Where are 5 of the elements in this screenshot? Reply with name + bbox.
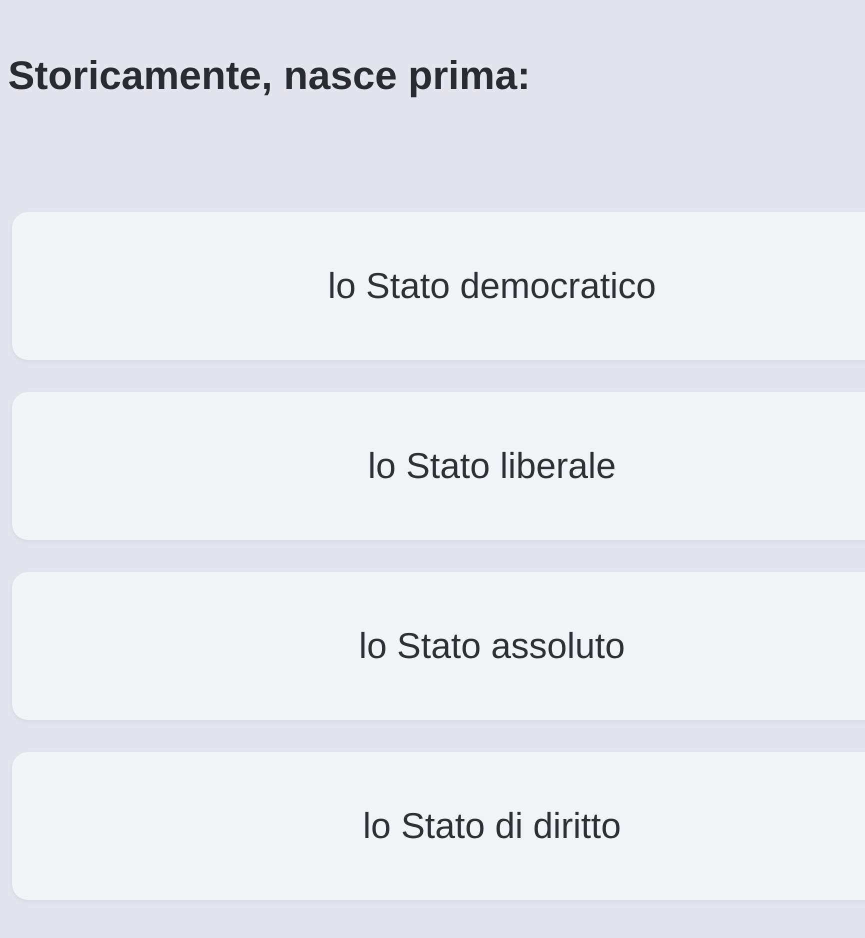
answer-option[interactable]: lo Stato assoluto: [12, 572, 865, 720]
answer-option[interactable]: lo Stato di diritto: [12, 752, 865, 900]
answer-option[interactable]: lo Stato democratico: [12, 212, 865, 360]
question-text: Storicamente, nasce prima:: [8, 53, 532, 100]
answer-option[interactable]: lo Stato liberale: [12, 392, 865, 540]
